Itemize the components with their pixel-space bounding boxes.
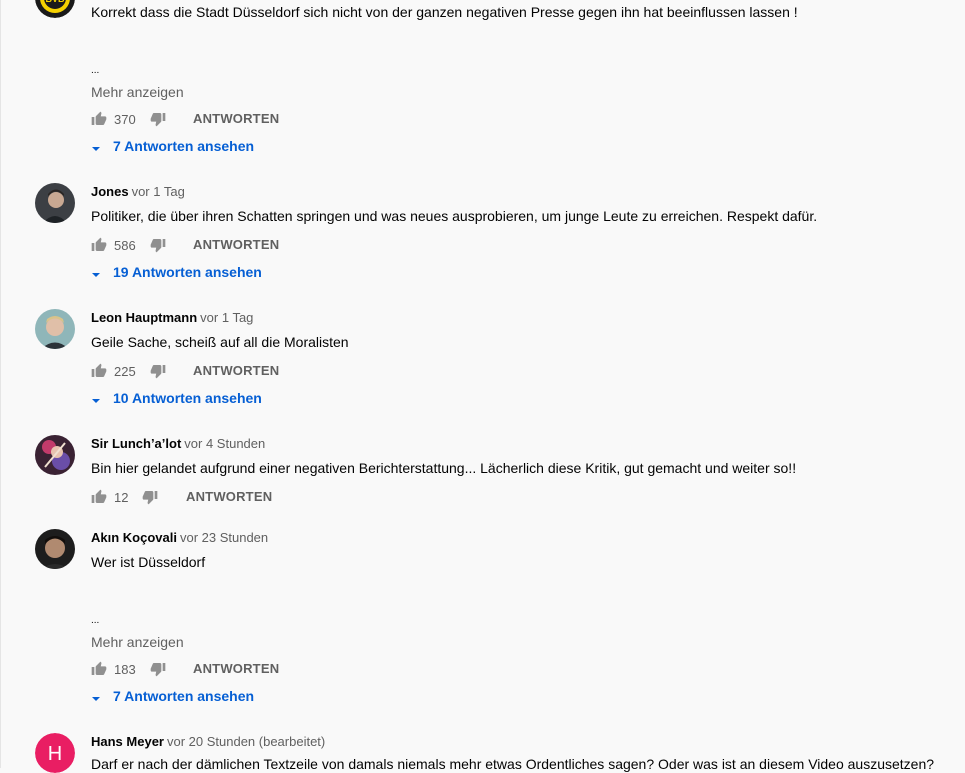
view-replies-label: 10 Antworten ansehen — [113, 390, 262, 406]
svg-text:BVB: BVB — [45, 0, 65, 4]
reply-button[interactable]: ANTWORTEN — [193, 237, 279, 252]
reply-button[interactable]: ANTWORTEN — [193, 363, 279, 378]
comment-ellipsis: ... — [91, 65, 100, 76]
like-count: 12 — [114, 489, 129, 505]
comment-actions: 183 ANTWORTEN — [91, 659, 291, 679]
view-replies-button[interactable]: 10 Antworten ansehen — [91, 390, 262, 406]
comment-header: Hans Meyer vor 20 Stunden (bearbeitet) — [91, 734, 325, 749]
thumb-up-icon[interactable] — [91, 363, 107, 379]
author-name[interactable]: Sir Lunch’a’lot — [91, 436, 181, 451]
view-replies-label: 7 Antworten ansehen — [113, 138, 255, 154]
thumb-down-icon[interactable] — [150, 111, 166, 127]
author-name[interactable]: Leon Hauptmann — [91, 310, 197, 325]
comment-header: Leon Hauptmann vor 1 Tag — [91, 310, 253, 325]
avatar-letter: H — [48, 743, 62, 765]
thumb-up-icon[interactable] — [91, 489, 107, 505]
author-name[interactable]: Akın Koçovali — [91, 530, 177, 545]
thumb-up-icon[interactable] — [91, 237, 107, 253]
reply-button[interactable]: ANTWORTEN — [193, 661, 279, 676]
view-replies-label: 7 Antworten ansehen — [113, 688, 255, 704]
comment-time[interactable]: vor 1 Tag — [200, 310, 253, 325]
comment-actions: 586 ANTWORTEN — [91, 235, 291, 255]
avatar[interactable]: H — [35, 733, 75, 773]
reply-button[interactable]: ANTWORTEN — [186, 489, 272, 504]
chevron-down-icon — [91, 691, 101, 701]
thumb-down-icon[interactable] — [142, 489, 158, 505]
like-count: 586 — [114, 237, 136, 253]
chevron-down-icon — [91, 393, 101, 403]
show-more-link[interactable]: Mehr anzeigen — [91, 634, 184, 650]
comment-actions: 225 ANTWORTEN — [91, 361, 291, 381]
chevron-down-icon — [91, 141, 101, 151]
comment-time[interactable]: vor 1 Tag — [132, 184, 185, 199]
view-replies-button[interactable]: 7 Antworten ansehen — [91, 688, 254, 704]
avatar[interactable] — [35, 529, 75, 569]
like-count: 225 — [114, 363, 136, 379]
comment-time[interactable]: vor 23 Stunden — [180, 530, 268, 545]
view-replies-label: 19 Antworten ansehen — [113, 264, 262, 280]
comment-text: Bin hier gelandet aufgrund einer negativ… — [91, 460, 797, 476]
author-name[interactable]: Hans Meyer — [91, 734, 164, 749]
view-replies-button[interactable]: 7 Antworten ansehen — [91, 138, 254, 154]
comment-time[interactable]: vor 20 Stunden (bearbeitet) — [167, 734, 325, 749]
comment-text: Wer ist Düsseldorf — [91, 554, 206, 570]
show-more-link[interactable]: Mehr anzeigen — [91, 84, 184, 100]
avatar[interactable] — [35, 435, 75, 475]
comment-header: Akın Koçovali vor 23 Stunden — [91, 530, 268, 545]
comment-text: Darf er nach der dämlichen Textzeile von… — [91, 756, 935, 772]
thumb-down-icon[interactable] — [150, 237, 166, 253]
thumb-up-icon[interactable] — [91, 661, 107, 677]
like-count: 370 — [114, 111, 136, 127]
avatar[interactable]: BVB — [35, 0, 75, 18]
thumb-down-icon[interactable] — [150, 363, 166, 379]
avatar[interactable] — [35, 309, 75, 349]
thumb-up-icon[interactable] — [91, 111, 107, 127]
chevron-down-icon — [91, 267, 101, 277]
view-replies-button[interactable]: 19 Antworten ansehen — [91, 264, 262, 280]
comment-actions: 12 ANTWORTEN — [91, 487, 291, 507]
thumb-down-icon[interactable] — [150, 661, 166, 677]
like-count: 183 — [114, 661, 136, 677]
avatar[interactable] — [35, 183, 75, 223]
author-name[interactable]: Jones — [91, 184, 129, 199]
reply-button[interactable]: ANTWORTEN — [193, 111, 279, 126]
comment-header: Jones vor 1 Tag — [91, 184, 185, 199]
comment-text: Korrekt dass die Stadt Düsseldorf sich n… — [91, 4, 798, 20]
comment-actions: 370 ANTWORTEN — [91, 109, 291, 129]
comment-text: Politiker, die über ihren Schatten sprin… — [91, 208, 818, 224]
comment-header: Sir Lunch’a’lot vor 4 Stunden — [91, 436, 265, 451]
comment-text: Geile Sache, scheiß auf all die Moralist… — [91, 334, 349, 350]
comment-time[interactable]: vor 4 Stunden — [184, 436, 265, 451]
comment-ellipsis: ... — [91, 615, 100, 626]
